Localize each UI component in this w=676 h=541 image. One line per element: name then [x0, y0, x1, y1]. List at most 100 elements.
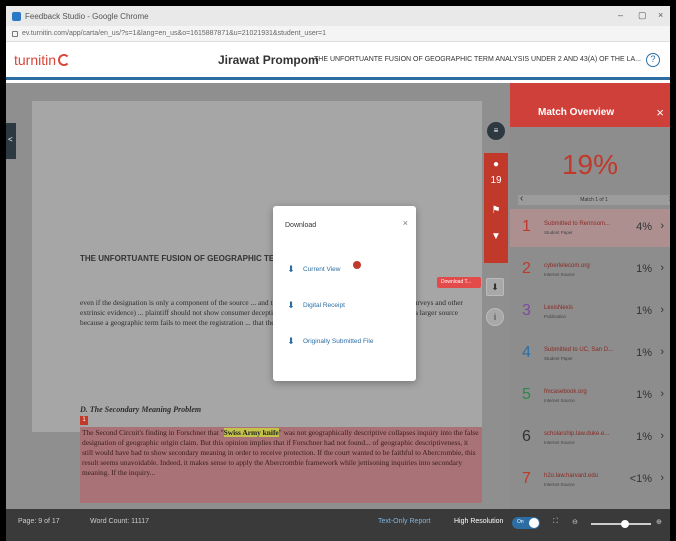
source-name: scholarship.law.duke.e... — [544, 431, 610, 437]
source-type: Internet Source — [544, 398, 575, 403]
zoom-out-icon[interactable]: ⊖ — [572, 518, 578, 526]
lock-icon — [12, 30, 18, 37]
zoom-in-icon[interactable]: ⊕ — [656, 518, 662, 526]
word-count: Word Count: 11117 — [90, 518, 150, 525]
download-dialog-title: Download — [285, 222, 317, 229]
close-window-button[interactable]: × — [658, 10, 663, 20]
download-tooltip: Download T... — [437, 277, 481, 288]
next-match-icon[interactable]: › — [669, 193, 670, 204]
filter-icon[interactable]: ▼ — [484, 231, 508, 242]
download-current-view-option[interactable]: ⬇ Current View — [285, 264, 340, 275]
window-title: Feedback Studio - Google Chrome — [25, 11, 149, 21]
source-number: 7 — [522, 470, 531, 487]
match-overview-title: Match Overview — [538, 107, 615, 118]
tool-strip: ≡ ● 19 ⚑ ▼ ⬇ i — [482, 83, 510, 509]
match-navigator: ‹ Match 1 of 1 › — [518, 193, 670, 205]
left-panel-tab[interactable]: < — [6, 123, 16, 159]
chevron-right-icon[interactable]: › — [660, 220, 664, 232]
turnitin-logo[interactable]: turnitin — [14, 52, 71, 68]
source-number: 1 — [522, 218, 531, 235]
source-type: Student Paper — [544, 230, 573, 235]
source-name: LexisNexis — [544, 305, 574, 311]
document-title: THE UNFORTUANTE FUSION OF GEOGRAPHIC TER… — [314, 56, 641, 63]
source-item[interactable]: 5 fmcasebook.org Internet Source 1% › — [510, 377, 670, 415]
highlighted-text: The Second Circuit's finding in Forschne… — [82, 428, 479, 477]
minimize-button[interactable]: – — [618, 10, 623, 20]
source-type: Publication — [544, 314, 567, 319]
chevron-right-icon[interactable]: › — [660, 388, 664, 400]
source-name: cyberlelecom.org — [544, 263, 590, 269]
help-icon[interactable]: ? — [646, 52, 660, 67]
source-item[interactable]: 2 cyberlelecom.org Internet Source 1% › — [510, 251, 670, 289]
source-percentage: 1% — [636, 263, 652, 275]
source-name: fmcasebook.org — [544, 389, 587, 395]
download-dialog: Download × ⬇ Current View ⬇ Digital Receip… — [273, 206, 416, 381]
source-percentage: 1% — [636, 389, 652, 401]
address-bar[interactable]: ev.turnitin.com/app/carta/en_us/?s=1&lan… — [6, 26, 670, 42]
page-indicator: Page: 9 of 17 — [18, 518, 60, 525]
source-item[interactable]: 3 LexisNexis Publication 1% › — [510, 293, 670, 331]
close-panel-icon[interactable]: × — [656, 105, 664, 120]
source-percentage: 1% — [636, 347, 652, 359]
title-bar: Feedback Studio - Google Chrome – ▢ × — [6, 6, 670, 26]
highlighted-term: Swiss Army knife — [223, 428, 279, 437]
download-arrow-icon: ⬇ — [287, 264, 295, 274]
info-icon[interactable]: i — [486, 308, 504, 326]
match-marker-1[interactable]: 1 — [80, 416, 88, 425]
layers-icon[interactable]: ≡ — [487, 122, 505, 140]
chevron-right-icon[interactable]: › — [660, 304, 664, 316]
source-type: Internet Source — [544, 272, 575, 277]
browser-window: Feedback Studio - Google Chrome – ▢ × ev… — [6, 6, 670, 541]
page-heading: THE UNFORTUANTE FUSION OF GEOGRAPHIC TE — [80, 254, 275, 263]
zoom-slider-handle[interactable] — [621, 520, 629, 528]
high-resolution-label: High Resolution — [454, 518, 504, 525]
match-overview-icon[interactable]: ● — [484, 159, 508, 170]
similarity-tools: ● 19 ⚑ ▼ — [484, 153, 508, 263]
source-name: Submitted to UC, San D... — [544, 347, 614, 353]
url-text[interactable]: ev.turnitin.com/app/carta/en_us/?s=1&lan… — [22, 30, 326, 37]
chrome-icon — [12, 11, 21, 21]
similarity-score: 19% — [561, 149, 619, 180]
flag-icon[interactable]: ⚑ — [484, 205, 508, 216]
mouse-cursor — [353, 261, 361, 269]
student-name: Jirawat Prompom — [218, 52, 319, 67]
source-number: 6 — [522, 428, 531, 445]
source-item[interactable]: 4 Submitted to UC, San D... Student Paper 1… — [510, 335, 670, 373]
section-subheading: D. The Secondary Meaning Problem — [80, 405, 202, 414]
status-bar: Page: 9 of 17 Word Count: 11117 Text-Onl… — [6, 509, 670, 541]
chevron-right-icon[interactable]: › — [660, 472, 664, 484]
chevron-right-icon[interactable]: › — [660, 430, 664, 442]
source-number: 3 — [522, 302, 531, 319]
chevron-right-icon[interactable]: › — [660, 262, 664, 274]
chevron-right-icon[interactable]: › — [660, 346, 664, 358]
maximize-button[interactable]: ▢ — [638, 10, 647, 21]
source-percentage: <1% — [629, 473, 652, 485]
source-item[interactable]: 1 Submitted to Rennsom... Student Paper 4% › — [510, 209, 670, 247]
source-number: 4 — [522, 344, 531, 361]
source-percentage: 4% — [636, 221, 652, 233]
download-digital-receipt-option[interactable]: ⬇ Digital Receipt — [285, 300, 345, 311]
zoom-slider[interactable] — [591, 520, 651, 528]
source-item[interactable]: 7 h2o.law.harvard.edu Internet Source <1% › — [510, 461, 670, 499]
source-number: 2 — [522, 260, 531, 277]
source-percentage: 1% — [636, 431, 652, 443]
source-name: h2o.law.harvard.edu — [544, 473, 599, 479]
source-item[interactable]: 6 scholarship.law.duke.e... Internet Sourc… — [510, 419, 670, 457]
text-only-report-link[interactable]: Text-Only Report — [378, 518, 431, 525]
high-resolution-toggle[interactable]: On — [512, 517, 540, 529]
source-type: Internet Source — [544, 482, 575, 487]
download-arrow-icon: ⬇ — [287, 300, 295, 310]
match-overview-panel: Match Overview × 19% ‹ Match 1 of 1 › 1 S… — [510, 83, 670, 509]
logo-swirl-icon — [58, 53, 71, 66]
source-name: Submitted to Rennsom... — [544, 221, 611, 227]
fit-page-icon[interactable]: ⛶ — [553, 518, 558, 526]
app-header: turnitin Jirawat Prompom THE UNFORTUANTE… — [6, 42, 670, 80]
download-original-file-option[interactable]: ⬇ Originally Submitted File — [285, 336, 373, 347]
source-number: 5 — [522, 386, 531, 403]
close-dialog-icon[interactable]: × — [403, 218, 408, 228]
source-percentage: 1% — [636, 305, 652, 317]
download-arrow-icon: ⬇ — [287, 336, 295, 346]
match-count-badge[interactable]: 19 — [484, 175, 508, 186]
download-icon[interactable]: ⬇ — [486, 278, 504, 296]
match-overview-header: Match Overview × — [510, 83, 670, 127]
